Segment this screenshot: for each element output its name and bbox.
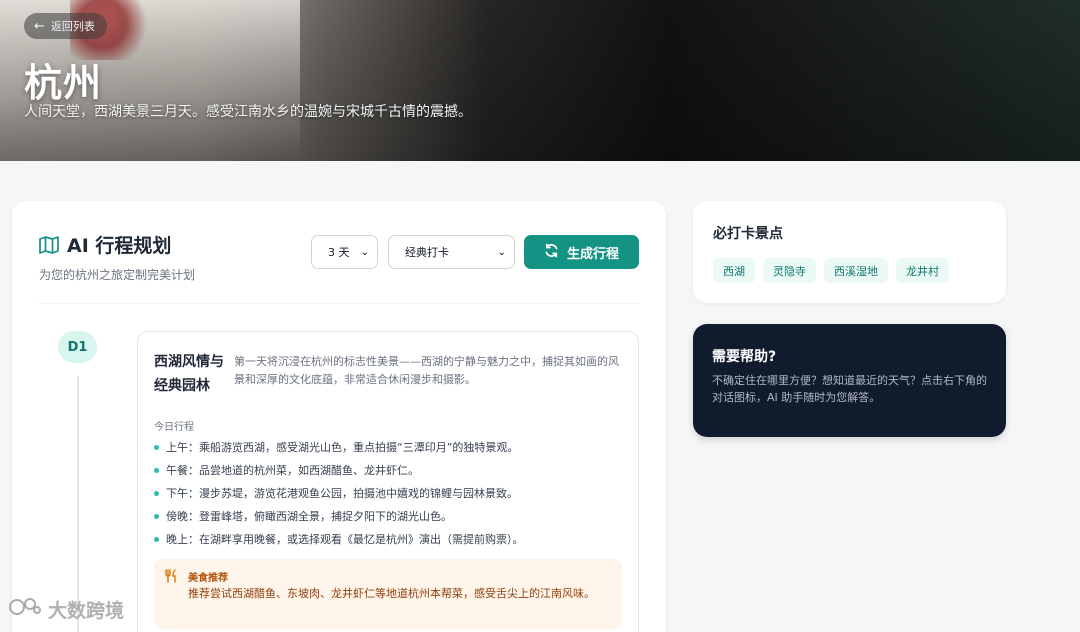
schedule-item-text: 晚上：在湖畔享用晚餐，或选择观看《最忆是杭州》演出（需提前购票）。 xyxy=(166,533,524,546)
schedule-item: 上午：乘船游览西湖，感受湖光山色，重点拍摄“三潭印月”的独特景观。 xyxy=(154,436,624,459)
city-tagline: 人间天堂，西湖美景三月天。感受江南水乡的温婉与宋城千古情的震撼。 xyxy=(24,104,472,120)
style-select-value: 经典打卡 xyxy=(405,246,449,259)
help-card: 需要帮助? 不确定住在哪里方便？想知道最近的天气？点击右下角的对话图标，AI 助… xyxy=(693,324,1006,437)
food-title: 美食推荐 xyxy=(188,573,228,584)
schedule-item-text: 午餐：品尝地道的杭州菜，如西湖醋鱼、龙井虾仁。 xyxy=(166,464,419,477)
generate-label: 生成行程 xyxy=(566,246,619,262)
day-description: 第一天将沉浸在杭州的标志性美景——西湖的宁静与魅力之中，捕捉其如画的风景和深厚的… xyxy=(234,355,619,386)
day-badge: D1 xyxy=(58,331,97,363)
must-visit-title: 必打卡景点 xyxy=(713,226,783,242)
map-icon xyxy=(39,235,59,254)
planner-header: AI 行程规划 为您的杭州之旅定制完美计划 xyxy=(39,231,195,283)
days-select[interactable]: 3 天 ⌄ xyxy=(311,235,378,269)
divider xyxy=(39,303,639,304)
help-title: 需要帮助? xyxy=(712,349,777,365)
arrow-left-icon: ← xyxy=(34,18,45,34)
refresh-icon xyxy=(544,243,559,262)
day-card: 西湖风情与经典园林 第一天将沉浸在杭州的标志性美景——西湖的宁静与魅力之中，捕捉… xyxy=(137,331,639,632)
schedule-item: 午餐：品尝地道的杭州菜，如西湖醋鱼、龙井虾仁。 xyxy=(154,459,624,482)
food-recommendation: 美食推荐 推荐尝试西湖醋鱼、东坡肉、龙井虾仁等地道杭州本帮菜，感受舌尖上的江南风… xyxy=(154,559,622,629)
hero-banner: ← 返回列表 杭州 人间天堂，西湖美景三月天。感受江南水乡的温婉与宋城千古情的震… xyxy=(0,0,1080,161)
back-to-list-button[interactable]: ← 返回列表 xyxy=(24,13,107,39)
watermark-logo-icon xyxy=(8,596,42,623)
day-title: 西湖风情与经典园林 xyxy=(154,354,224,394)
itinerary-card: AI 行程规划 为您的杭州之旅定制完美计划 3 天 ⌄ 经典打卡 ⌄ 生成行程 … xyxy=(12,201,666,632)
timeline-line xyxy=(77,376,79,632)
bullet-icon xyxy=(154,514,159,519)
spot-tag[interactable]: 灵隐寺 xyxy=(763,258,816,283)
schedule-item: 傍晚：登雷峰塔，俯瞰西湖全景，捕捉夕阳下的湖光山色。 xyxy=(154,505,624,528)
spot-tag[interactable]: 西溪湿地 xyxy=(824,258,888,283)
watermark: 大数跨境 xyxy=(8,596,124,623)
schedule-item-text: 傍晚：登雷峰塔，俯瞰西湖全景，捕捉夕阳下的湖光山色。 xyxy=(166,510,452,523)
bullet-icon xyxy=(154,537,159,542)
days-select-value: 3 天 xyxy=(328,246,350,259)
schedule-item: 下午：漫步苏堤，游览花港观鱼公园，拍摄池中嬉戏的锦鲤与园林景致。 xyxy=(154,482,624,505)
spot-tags: 西湖 灵隐寺 西溪湿地 龙井村 xyxy=(713,258,949,283)
schedule-item-text: 下午：漫步苏堤，游览花港观鱼公园，拍摄池中嬉戏的锦鲤与园林景致。 xyxy=(166,487,518,500)
generate-itinerary-button[interactable]: 生成行程 xyxy=(524,235,639,269)
food-text: 推荐尝试西湖醋鱼、东坡肉、龙井虾仁等地道杭州本帮菜，感受舌尖上的江南风味。 xyxy=(188,587,595,600)
utensils-icon xyxy=(164,569,178,587)
hero-overlay xyxy=(0,0,1080,161)
schedule-label: 今日行程 xyxy=(154,422,194,433)
style-select[interactable]: 经典打卡 ⌄ xyxy=(388,235,515,269)
planner-subtitle: 为您的杭州之旅定制完美计划 xyxy=(39,268,196,282)
schedule-item: 晚上：在湖畔享用晚餐，或选择观看《最忆是杭州》演出（需提前购票）。 xyxy=(154,528,624,551)
watermark-text: 大数跨境 xyxy=(48,600,125,622)
bullet-icon xyxy=(154,445,159,450)
spot-tag[interactable]: 西湖 xyxy=(713,258,755,283)
help-text: 不确定住在哪里方便？想知道最近的天气？点击右下角的对话图标，AI 助手随时为您解… xyxy=(712,374,987,404)
chevron-down-icon: ⌄ xyxy=(497,246,506,258)
bullet-icon xyxy=(154,468,159,473)
schedule-item-text: 上午：乘船游览西湖，感受湖光山色，重点拍摄“三潭印月”的独特景观。 xyxy=(166,441,519,454)
bullet-icon xyxy=(154,491,159,496)
city-title: 杭州 xyxy=(24,61,103,105)
planner-title-row: AI 行程规划 xyxy=(39,231,195,258)
must-visit-card: 必打卡景点 西湖 灵隐寺 西溪湿地 龙井村 xyxy=(693,201,1006,303)
planner-title: AI 行程规划 xyxy=(67,235,172,257)
spot-tag[interactable]: 龙井村 xyxy=(896,258,949,283)
chevron-down-icon: ⌄ xyxy=(360,246,369,258)
schedule-list: 上午：乘船游览西湖，感受湖光山色，重点拍摄“三潭印月”的独特景观。 午餐：品尝地… xyxy=(154,436,624,551)
back-label: 返回列表 xyxy=(50,20,95,33)
